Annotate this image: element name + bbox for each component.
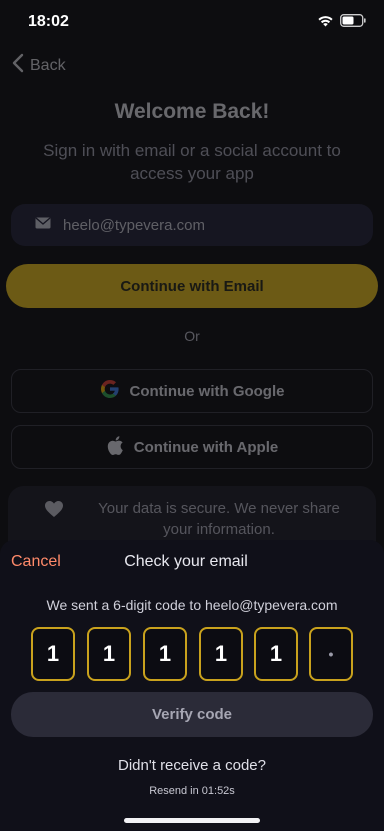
sheet-title: Check your email xyxy=(124,553,248,570)
status-icons xyxy=(317,14,366,32)
page-subtitle: Sign in with email or a social account t… xyxy=(43,141,341,183)
status-bar: 18:02 xyxy=(0,0,384,44)
heart-icon xyxy=(44,500,64,523)
code-digit-6[interactable]: • xyxy=(309,627,353,681)
google-icon xyxy=(100,379,120,403)
code-digit-1[interactable]: 1 xyxy=(31,627,75,681)
back-chevron-icon xyxy=(12,53,24,78)
code-sent-info: We sent a 6-digit code to heelo@typevera… xyxy=(46,597,338,613)
code-digit-5[interactable]: 1 xyxy=(254,627,298,681)
security-text: Your data is secure. We never share your… xyxy=(98,500,340,538)
email-field[interactable]: heelo@typevera.com xyxy=(11,204,373,246)
resend-timer: Resend in 01:52s xyxy=(149,785,235,797)
verification-sheet: Cancel Check your email We sent a 6-digi… xyxy=(0,540,384,831)
continue-google-button[interactable]: Continue with Google xyxy=(11,369,373,413)
back-button[interactable]: Back xyxy=(12,53,66,78)
continue-apple-button[interactable]: Continue with Apple xyxy=(11,425,373,469)
code-digit-4[interactable]: 1 xyxy=(199,627,243,681)
email-value: heelo@typevera.com xyxy=(63,216,205,234)
or-divider: Or xyxy=(184,328,200,344)
wifi-icon xyxy=(317,14,334,32)
code-digit-3[interactable]: 1 xyxy=(143,627,187,681)
apple-icon xyxy=(106,435,124,460)
mail-icon xyxy=(35,216,51,234)
verify-code-button[interactable]: Verify code xyxy=(11,692,373,737)
resend-question[interactable]: Didn't receive a code? xyxy=(0,757,384,774)
code-digit-2[interactable]: 1 xyxy=(87,627,131,681)
google-button-label: Continue with Google xyxy=(129,382,285,400)
back-label: Back xyxy=(30,56,66,74)
code-input-row: 1 1 1 1 1 • xyxy=(31,627,353,681)
home-indicator xyxy=(124,818,260,823)
page-title: Welcome Back! xyxy=(114,100,270,123)
apple-button-label: Continue with Apple xyxy=(133,438,279,456)
battery-icon xyxy=(340,14,366,32)
status-time: 18:02 xyxy=(28,13,69,30)
continue-email-button[interactable]: Continue with Email xyxy=(6,264,378,308)
